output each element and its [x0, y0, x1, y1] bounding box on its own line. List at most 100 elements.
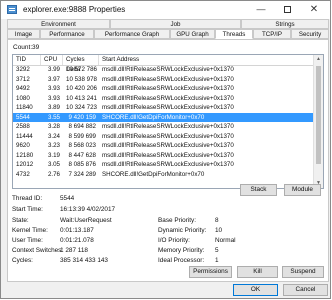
thread-cpu: 3.24	[47, 132, 60, 140]
thread-start-address: msdll.dll!RtlReleaseSRWLockExclusive+0x1…	[102, 123, 234, 130]
user-time-value: 0:01:21.078	[60, 237, 94, 244]
ok-button[interactable]: OK	[233, 284, 278, 296]
title-bar[interactable]: explorer.exe:9888 Properties — ✕	[1, 1, 330, 19]
suspend-button[interactable]: Suspend	[282, 266, 324, 278]
thread-cpu: 3.19	[47, 151, 60, 159]
thread-tid: 1080	[16, 94, 30, 102]
thread-start-address: msdll.dll!RtlReleaseSRWLockExclusive+0x1…	[102, 142, 234, 149]
thread-start-address: msdll.dll!RtlReleaseSRWLockExclusive+0x1…	[102, 104, 234, 111]
thread-start-address: msdll.dll!RtlReleaseSRWLockExclusive+0x1…	[102, 151, 234, 159]
scrollbar-thumb[interactable]	[316, 66, 321, 164]
thread-row[interactable]: 12012 3.05 8 085 876 msdll.dll!RtlReleas…	[13, 160, 315, 170]
thread-cycles-delta: 9 420 159	[68, 113, 96, 121]
count-label: Count:	[13, 44, 33, 51]
close-button[interactable]: ✕	[301, 2, 327, 17]
scroll-up-arrow-icon[interactable]: ▲	[314, 55, 323, 64]
cycles-value: 385 314 433 143	[60, 257, 108, 264]
thread-row[interactable]: 12180 3.19 8 447 628 msdll.dll!RtlReleas…	[13, 151, 315, 161]
state-value: Wait:UserRequest	[60, 217, 112, 224]
thread-id-value: 5544	[60, 195, 75, 202]
kernel-time-value: 0:01:13.187	[60, 227, 94, 234]
cycles-label: Cycles:	[12, 257, 33, 264]
tab-threads[interactable]: Threads	[215, 29, 253, 39]
thread-cycles-delta: 10 572 786	[66, 66, 97, 73]
thread-cpu: 2.76	[47, 170, 60, 178]
thread-cycles-delta: 8 447 628	[68, 151, 96, 159]
thread-start-address: msdll.dll!RtlReleaseSRWLockExclusive+0x1…	[102, 132, 234, 140]
thread-tid: 12180	[16, 151, 34, 159]
thread-tid: 11840	[16, 104, 33, 111]
kill-button[interactable]: Kill	[237, 266, 278, 278]
stack-button[interactable]: Stack	[240, 184, 277, 196]
thread-tid: 2588	[16, 123, 30, 130]
thread-tid: 11444	[16, 132, 33, 140]
maximize-button[interactable]	[274, 2, 300, 17]
thread-cycles-delta: 10 324 723	[66, 104, 97, 111]
tab-tcpip[interactable]: TCP/IP	[253, 29, 291, 39]
thread-row[interactable]: 11840 3.89 10 324 723 msdll.dll!RtlRelea…	[13, 103, 315, 113]
thread-cpu: 3.93	[47, 94, 60, 102]
base-priority-label: Base Priority:	[158, 217, 197, 224]
column-header-tid[interactable]: TID	[13, 55, 41, 65]
tab-strings[interactable]: Strings	[241, 19, 329, 29]
thread-cpu: 3.89	[47, 104, 60, 111]
thread-cycles-delta: 8 599 699	[68, 132, 96, 140]
column-header-cycles-delta[interactable]: Cycles Delta	[63, 55, 99, 73]
memory-priority-value: 5	[215, 247, 219, 254]
thread-row[interactable]: 2588 3.28 8 694 882 msdll.dll!RtlRelease…	[13, 122, 315, 132]
thread-cpu: 3.55	[47, 113, 60, 121]
tab-image[interactable]: Image	[7, 29, 40, 39]
tab-performance[interactable]: Performance	[40, 29, 94, 39]
thread-cpu: 3.93	[47, 85, 60, 92]
properties-window: explorer.exe:9888 Properties — ✕ Environ…	[0, 0, 331, 299]
tab-gpu-graph[interactable]: GPU Graph	[170, 29, 215, 39]
io-priority-value: Normal	[215, 237, 236, 244]
thread-row[interactable]: 9492 3.93 10 420 206 msdll.dll!RtlReleas…	[13, 84, 315, 94]
thread-cpu: 3.05	[47, 161, 60, 168]
maximize-icon	[283, 6, 291, 14]
thread-row-selected[interactable]: 5544 3.55 9 420 159 SHCORE.dll!GetDpiFor…	[13, 112, 315, 122]
thread-row[interactable]: 3292 3.99 10 572 786 msdll.dll!RtlReleas…	[13, 65, 315, 75]
threads-list-scrollbar[interactable]: ▲ ▼	[313, 55, 323, 188]
thread-row[interactable]: 11444 3.24 8 599 699 msdll.dll!RtlReleas…	[13, 132, 315, 142]
thread-row[interactable]: 9620 3.23 8 568 023 msdll.dll!RtlRelease…	[13, 141, 315, 151]
tab-job[interactable]: Job	[110, 19, 241, 29]
thread-tid: 9492	[16, 85, 30, 92]
threads-list[interactable]: TID CPU Cycles Delta Start Address 3292 …	[12, 54, 324, 189]
thread-start-address: SHCORE.dll!GetDpiForMonitor+0x70	[102, 170, 205, 178]
thread-cycles-delta: 10 538 978	[66, 75, 97, 83]
tab-environment[interactable]: Environment	[7, 19, 110, 29]
thread-start-address: SHCORE.dll!GetDpiForMonitor+0x70	[102, 113, 205, 121]
state-label: State:	[12, 217, 29, 224]
process-explorer-icon	[7, 5, 17, 14]
base-priority-value: 8	[215, 217, 219, 224]
minimize-button[interactable]: —	[248, 2, 274, 17]
user-time-label: User Time:	[12, 237, 43, 244]
count-value: 39	[32, 44, 40, 51]
cancel-button[interactable]: Cancel	[283, 284, 328, 296]
tab-performance-graph[interactable]: Performance Graph	[94, 29, 170, 39]
tab-security[interactable]: Security	[291, 29, 329, 39]
thread-row[interactable]: 3712 3.97 10 538 978 msdll.dll!RtlReleas…	[13, 75, 315, 85]
context-switches-label: Context Switches:	[12, 247, 64, 254]
thread-start-address: msdll.dll!RtlReleaseSRWLockExclusive+0x1…	[102, 94, 234, 102]
module-button[interactable]: Module	[284, 184, 321, 196]
thread-row[interactable]: 1080 3.93 10 413 241 msdll.dll!RtlReleas…	[13, 94, 315, 104]
io-priority-label: I/O Priority:	[158, 237, 190, 244]
thread-start-address: msdll.dll!RtlReleaseSRWLockExclusive+0x1…	[102, 75, 234, 83]
context-switches-value: 1 287 118	[60, 247, 88, 254]
tab-row-front: Image Performance Performance Graph GPU …	[7, 29, 329, 39]
thread-row[interactable]: 4732 2.76 7 324 289 SHCORE.dll!GetDpiFor…	[13, 170, 315, 180]
start-time-label: Start Time:	[12, 206, 43, 213]
permissions-button[interactable]: Permissions	[189, 266, 232, 278]
dynamic-priority-value: 10	[215, 227, 223, 234]
thread-start-address: msdll.dll!RtlReleaseSRWLockExclusive+0x1…	[102, 66, 234, 73]
column-header-start-address[interactable]: Start Address	[99, 55, 315, 65]
thread-cycles-delta: 8 085 876	[68, 161, 96, 168]
column-header-cpu[interactable]: CPU	[41, 55, 63, 65]
thread-tid: 3712	[16, 75, 30, 83]
thread-cycles-delta: 10 420 206	[66, 85, 97, 92]
dynamic-priority-label: Dynamic Priority:	[158, 227, 207, 234]
thread-start-address: msdll.dll!RtlReleaseSRWLockExclusive+0x1…	[102, 161, 234, 168]
thread-cycles-delta: 10 413 241	[66, 94, 97, 102]
